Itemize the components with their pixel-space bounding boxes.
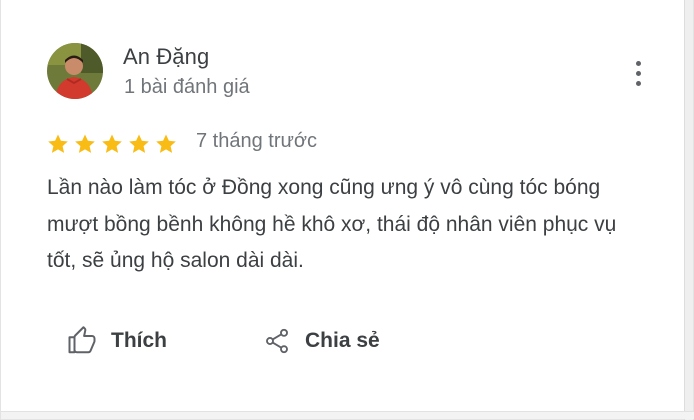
review-card: An Đặng 1 bài đánh giá 7 tháng trước Lần…	[0, 0, 694, 420]
more-options-button[interactable]	[625, 58, 651, 88]
more-vert-icon-dot	[635, 80, 641, 86]
review-text: Lần nào làm tóc ở Đồng xong cũng ưng ý v…	[47, 176, 617, 272]
scrollbar-track[interactable]	[684, 0, 693, 420]
star-icon	[154, 132, 178, 156]
avatar[interactable]	[47, 43, 103, 99]
more-vert-icon	[635, 60, 641, 66]
divider	[1, 411, 694, 419]
author-review-count[interactable]: 1 bài đánh giá	[124, 76, 250, 99]
star-rating	[46, 132, 178, 156]
star-icon	[73, 132, 97, 156]
star-icon	[100, 132, 124, 156]
share-button[interactable]: Chia sẻ	[263, 323, 380, 359]
thumbs-up-icon	[67, 326, 97, 356]
star-icon	[46, 132, 70, 156]
share-icon	[263, 327, 291, 355]
author-name[interactable]: An Đặng	[123, 44, 209, 70]
avatar-image	[47, 43, 103, 99]
share-label: Chia sẻ	[305, 329, 380, 352]
more-vert-icon-dot	[635, 70, 641, 76]
review-date: 7 tháng trước	[196, 130, 318, 152]
star-icon	[127, 132, 151, 156]
like-label: Thích	[111, 329, 167, 352]
like-button[interactable]: Thích	[67, 323, 167, 359]
